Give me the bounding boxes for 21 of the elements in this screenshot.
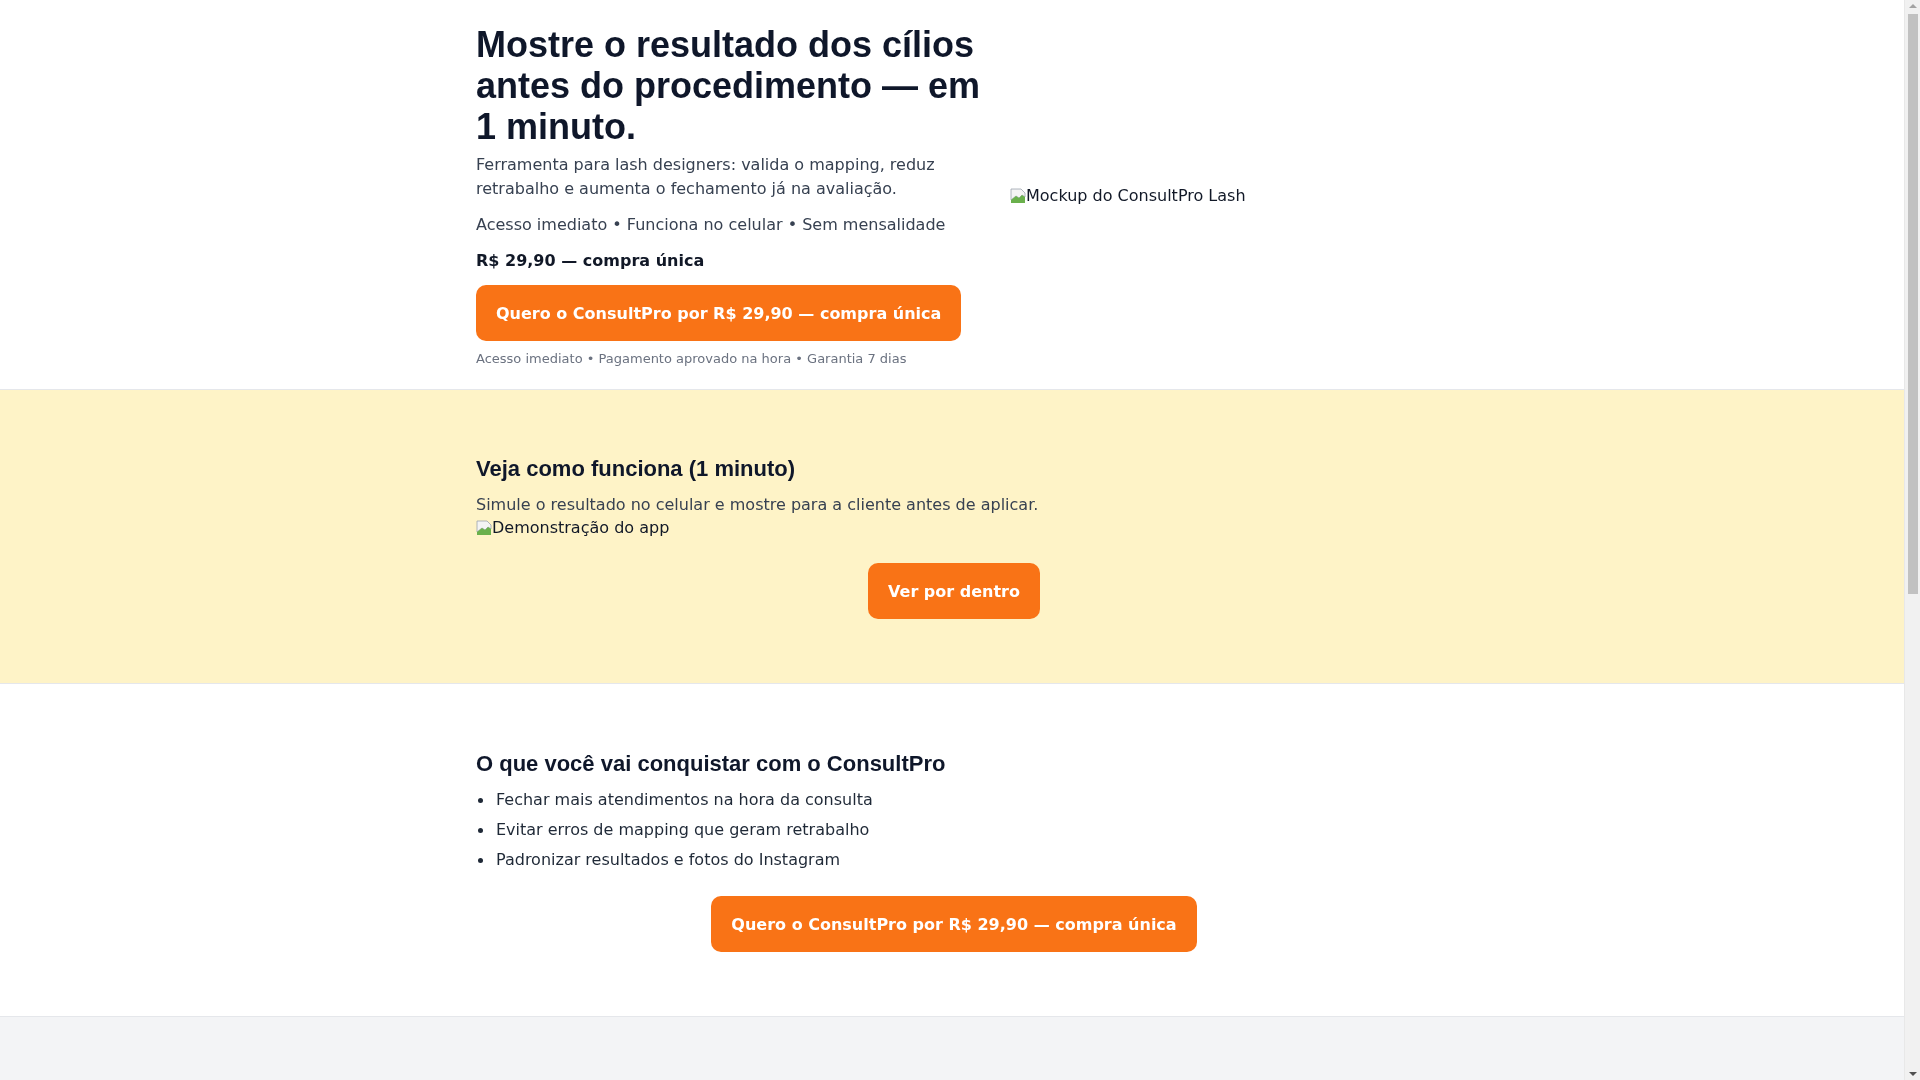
image-alt-text: Mockup do ConsultPro Lash — [1026, 185, 1246, 207]
buy-button[interactable]: Quero o ConsultPro por R$ 29,90 — compra única — [711, 896, 1197, 952]
feature-line: Acesso imediato • Funciona no celular • Sem mensalidade — [476, 214, 946, 236]
section-subtitle: Simule o resultado no celular e mostre para a cliente antes de aplicar. — [476, 494, 1040, 516]
image-alt-text: Demonstração do app — [492, 517, 670, 539]
guarantee-note: Acesso imediato • Pagamento aprovado na hora • Garantia 7 dias — [476, 350, 907, 368]
price-text: R$ 29,90 — compra única — [476, 250, 705, 272]
view-inside-button[interactable]: Ver por dentro — [868, 563, 1040, 619]
bullet-icon — [478, 827, 483, 833]
bullet-icon — [478, 797, 483, 803]
buy-button[interactable]: Quero o ConsultPro por R$ 29,90 — compra única — [476, 285, 962, 341]
hero-subtitle: Ferramenta para lash designers: valida o mapping, reduz retrabalho e aumenta o fechamento já na avaliação. — [476, 154, 936, 200]
section-title: O que você vai conquistar com o ConsultPro — [476, 750, 947, 778]
section-title: Veja como funciona (1 minuto) — [476, 455, 797, 483]
bullet-icon — [478, 857, 483, 863]
benefit-text: Fechar mais atendimentos na hora da consulta — [496, 789, 873, 811]
benefit-text: Evitar erros de mapping que geram retrabalho — [496, 819, 870, 841]
hero-title: Mostre o resultado dos cílios antes do procedimento — em 1 minuto. — [476, 24, 982, 147]
benefit-text: Padronizar resultados e fotos do Instagram — [496, 849, 841, 871]
broken-image-icon — [476, 520, 492, 536]
broken-image-icon — [1010, 188, 1026, 204]
